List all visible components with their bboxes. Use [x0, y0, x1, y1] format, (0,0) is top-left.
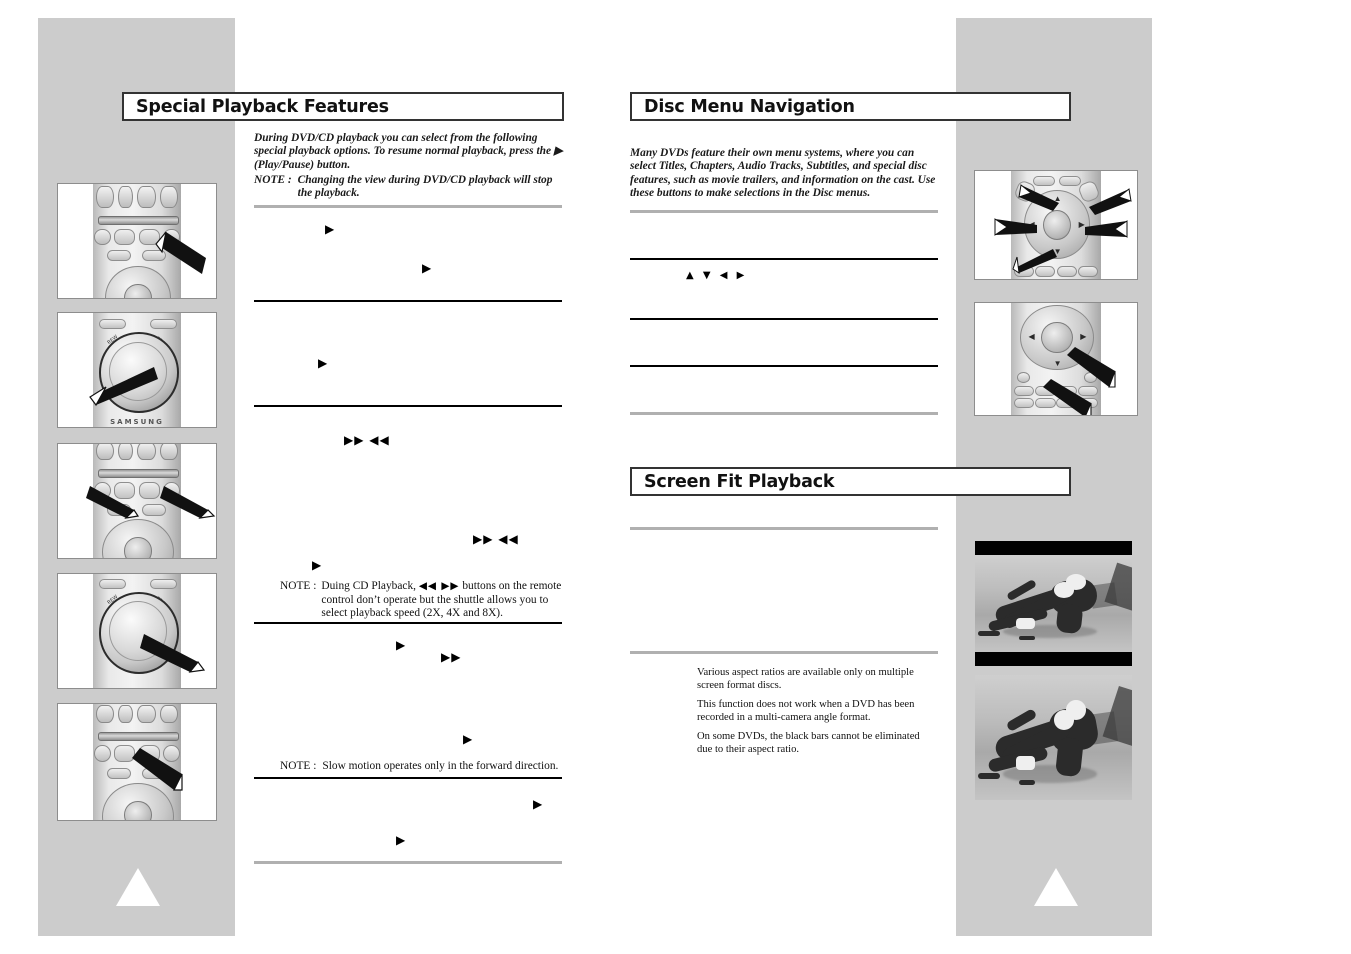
skater-image [975, 555, 1132, 652]
remote-top-buttons [95, 186, 179, 211]
rule-black-3 [254, 622, 562, 624]
figure-remote-transport-step [57, 703, 217, 821]
list-item: This function does not work when a DVD h… [697, 699, 915, 723]
callout-arrow-step [124, 748, 186, 794]
glyph-play-1: ▶ [325, 222, 336, 236]
rule-black-2 [254, 405, 562, 407]
rule-black-1 [254, 300, 562, 302]
dpad-left-icon: ◀ [1028, 332, 1035, 342]
rule-black-5 [630, 258, 938, 260]
remote-top-right-button [149, 578, 177, 589]
cd-playback-note: NOTE : Duing CD Playback, ◀◀ ▶▶ buttons … [280, 580, 565, 621]
rule-gray-3 [630, 210, 938, 213]
note-text: Changing the view during DVD/CD playback… [297, 174, 553, 200]
callout-arrow-upper-right [1083, 187, 1132, 217]
glyph-play-7: ▶ [533, 797, 544, 811]
remote-top-left-button [99, 318, 127, 329]
rule-gray-6 [630, 651, 938, 654]
rule-gray-2 [254, 861, 562, 864]
section-header-disc-menu-navigation: Disc Menu Navigation [630, 92, 1071, 121]
page-marker-triangle-right [1034, 868, 1078, 906]
special-playback-note: NOTE : Changing the view during DVD/CD p… [254, 174, 564, 201]
figure-remote-dpad-directions: ▲ ▼ ◀ ▶ [974, 170, 1138, 280]
remote-top-left-button [99, 578, 127, 589]
callout-arrow-playpause [140, 228, 210, 278]
remote-top-buttons [95, 705, 179, 725]
figure-remote-transport-playpause [57, 183, 217, 299]
note-text-a: Duing CD Playback, [321, 580, 419, 592]
glyph-play-6: ▶ [463, 732, 474, 746]
note-label: NOTE : [254, 174, 292, 186]
screen-fit-bullet-list: Various aspect ratios are available only… [697, 667, 937, 764]
skater-image [975, 675, 1132, 800]
section-header-special-playback: Special Playback Features [122, 92, 564, 121]
rule-gray-4 [630, 412, 938, 415]
callout-arrow-menu-button [1039, 379, 1095, 415]
brand-label: SAMSUNG [110, 418, 164, 426]
remote-dpad-center [124, 801, 152, 820]
glyph-ff-rew-1: ▶▶ ◀◀ [344, 433, 390, 447]
note-label: NOTE : [280, 760, 317, 772]
callout-arrow-right [1081, 217, 1129, 241]
page-marker-triangle-left [116, 868, 160, 906]
rule-black-7 [630, 365, 938, 367]
glyph-play-3: ▶ [318, 356, 329, 370]
callout-arrow-skip-back [82, 480, 142, 520]
section-title-text: Screen Fit Playback [644, 471, 835, 492]
figure-remote-transport-skip [57, 443, 217, 559]
remote-strip [97, 731, 179, 741]
glyph-ff-1: ▶▶ [441, 650, 462, 664]
manual-page-spread: Special Playback Features During DVD/CD … [0, 0, 1351, 954]
note-text: Slow motion operates only in the forward… [322, 760, 559, 772]
callout-arrow-down [1011, 243, 1059, 275]
note-text: Duing CD Playback, ◀◀ ▶▶ buttons on the … [321, 580, 565, 621]
rule-black-4 [254, 777, 562, 779]
glyph-play-8: ▶ [396, 833, 407, 847]
callout-arrow-left [993, 215, 1039, 239]
callout-arrow-shuttle-right [140, 630, 210, 678]
list-item: Various aspect ratios are available only… [697, 667, 914, 691]
glyph-play-5: ▶ [396, 638, 407, 652]
figure-skater-screen-fit [975, 675, 1132, 800]
slow-motion-note: NOTE : Slow motion operates only in the … [280, 760, 565, 774]
special-playback-intro: During DVD/CD playback you can select fr… [254, 132, 563, 171]
remote-strip [97, 215, 179, 225]
callout-arrow-shuttle-left [84, 359, 164, 407]
callout-arrow-up [1018, 183, 1063, 213]
figure-remote-shuttle-left: REW FF SAMSUNG [57, 312, 217, 428]
note-label: NOTE : [280, 580, 317, 592]
list-item: On some DVDs, the black bars cannot be e… [697, 731, 920, 755]
remote-side-button-l [106, 250, 132, 262]
dpad-right-icon: ▶ [1080, 332, 1087, 342]
glyph-ff-rew-2: ▶▶ ◀◀ [473, 532, 519, 546]
section-header-screen-fit-playback: Screen Fit Playback [630, 467, 1071, 496]
glyph-play-4: ▶ [312, 558, 323, 572]
figure-remote-dpad-enter: ◀ ▶ ▼ [974, 302, 1138, 416]
remote-top-buttons [95, 444, 179, 462]
remote-strip [97, 469, 179, 478]
glyph-rew-ff-inline: ◀◀ ▶▶ [418, 580, 460, 592]
glyph-dpad-directions: ▲ ▼ ◀ ▶ [686, 270, 748, 281]
section-title-text: Disc Menu Navigation [644, 96, 855, 117]
figure-skater-letterboxed [975, 541, 1132, 666]
rule-black-6 [630, 318, 938, 320]
section-title-text: Special Playback Features [136, 96, 389, 117]
rule-gray-5 [630, 527, 938, 530]
disc-menu-intro: Many DVDs feature their own menu systems… [630, 147, 936, 199]
callout-arrow-skip-fwd [160, 480, 216, 520]
figure-remote-shuttle-right: REW FF [57, 573, 217, 689]
remote-dpad-center [124, 537, 152, 558]
remote-dpad-center [124, 284, 152, 298]
glyph-play-2: ▶ [422, 261, 433, 275]
remote-dpad-center [1043, 209, 1071, 240]
remote-top-right-button [149, 318, 177, 329]
rule-gray-1 [254, 205, 562, 208]
